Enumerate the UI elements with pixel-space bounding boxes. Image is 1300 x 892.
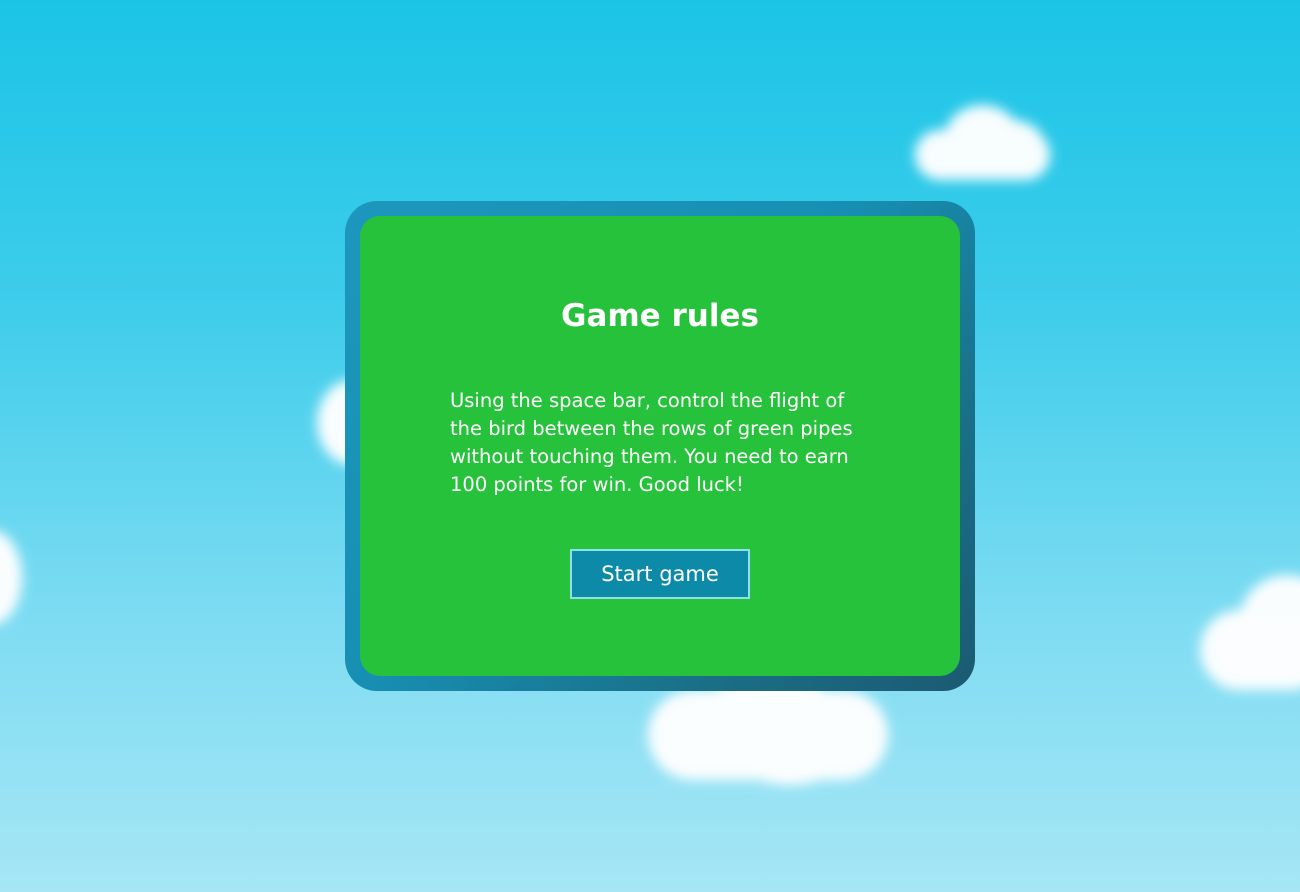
cloud-right-edge [1195, 565, 1300, 700]
start-game-button[interactable]: Start game [570, 549, 750, 599]
rules-description: Using the space bar, control the flight … [450, 389, 853, 496]
cloud-top-right [905, 95, 1055, 190]
rules-title: Game rules [561, 298, 759, 334]
cloud-left-edge [0, 520, 30, 630]
